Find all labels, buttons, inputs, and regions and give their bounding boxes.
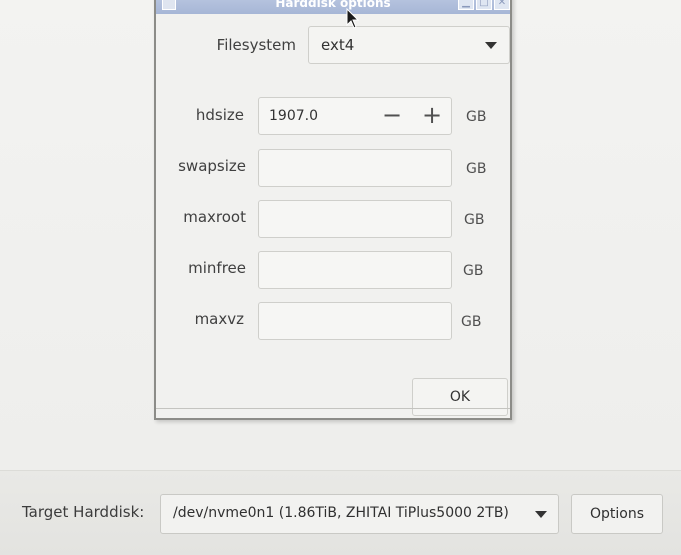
options-button[interactable]: Options xyxy=(571,494,663,534)
ok-button[interactable]: OK xyxy=(412,378,508,416)
minfree-label: minfree xyxy=(188,259,246,277)
maxvz-label: maxvz xyxy=(194,310,244,328)
hdsize-unit: GB xyxy=(466,109,487,125)
mouse-pointer-icon xyxy=(346,8,360,29)
maxvz-field[interactable] xyxy=(258,302,452,340)
swapsize-field[interactable] xyxy=(258,149,452,187)
minimize-icon[interactable]: ▁ xyxy=(458,0,474,10)
dialog-divider xyxy=(156,408,510,409)
swapsize-unit: GB xyxy=(466,161,487,177)
target-harddisk-label: Target Harddisk: xyxy=(22,503,145,521)
hdsize-field[interactable]: 1907.0 − + xyxy=(258,97,452,135)
filesystem-value: ext4 xyxy=(321,36,355,54)
chevron-down-icon xyxy=(485,42,497,49)
dialog-title: Harddisk options xyxy=(275,0,391,10)
maxroot-unit: GB xyxy=(464,212,485,228)
target-harddisk-select[interactable]: /dev/nvme0n1 (1.86TiB, ZHITAI TiPlus5000… xyxy=(160,494,559,534)
minfree-field[interactable] xyxy=(258,251,452,289)
hdsize-label: hdsize xyxy=(195,106,244,124)
filesystem-label: Filesystem xyxy=(216,36,296,54)
swapsize-label: swapsize xyxy=(178,157,246,175)
maximize-icon[interactable]: □ xyxy=(476,0,492,10)
chevron-down-icon xyxy=(535,511,547,518)
close-icon[interactable]: ✕ xyxy=(494,0,510,10)
dialog-titlebar[interactable]: Harddisk options ▁ □ ✕ xyxy=(156,0,510,14)
filesystem-select[interactable]: ext4 xyxy=(308,26,510,64)
increment-button[interactable]: + xyxy=(417,100,447,132)
decrement-button[interactable]: − xyxy=(377,100,407,132)
maxroot-label: maxroot xyxy=(183,208,246,226)
hdsize-value: 1907.0 xyxy=(269,108,318,124)
target-harddisk-value: /dev/nvme0n1 (1.86TiB, ZHITAI TiPlus5000… xyxy=(173,505,509,521)
minfree-unit: GB xyxy=(463,263,484,279)
harddisk-options-dialog: Harddisk options ▁ □ ✕ Filesystem ext4 h… xyxy=(154,0,512,420)
maxroot-field[interactable] xyxy=(258,200,452,238)
maxvz-unit: GB xyxy=(461,314,482,330)
